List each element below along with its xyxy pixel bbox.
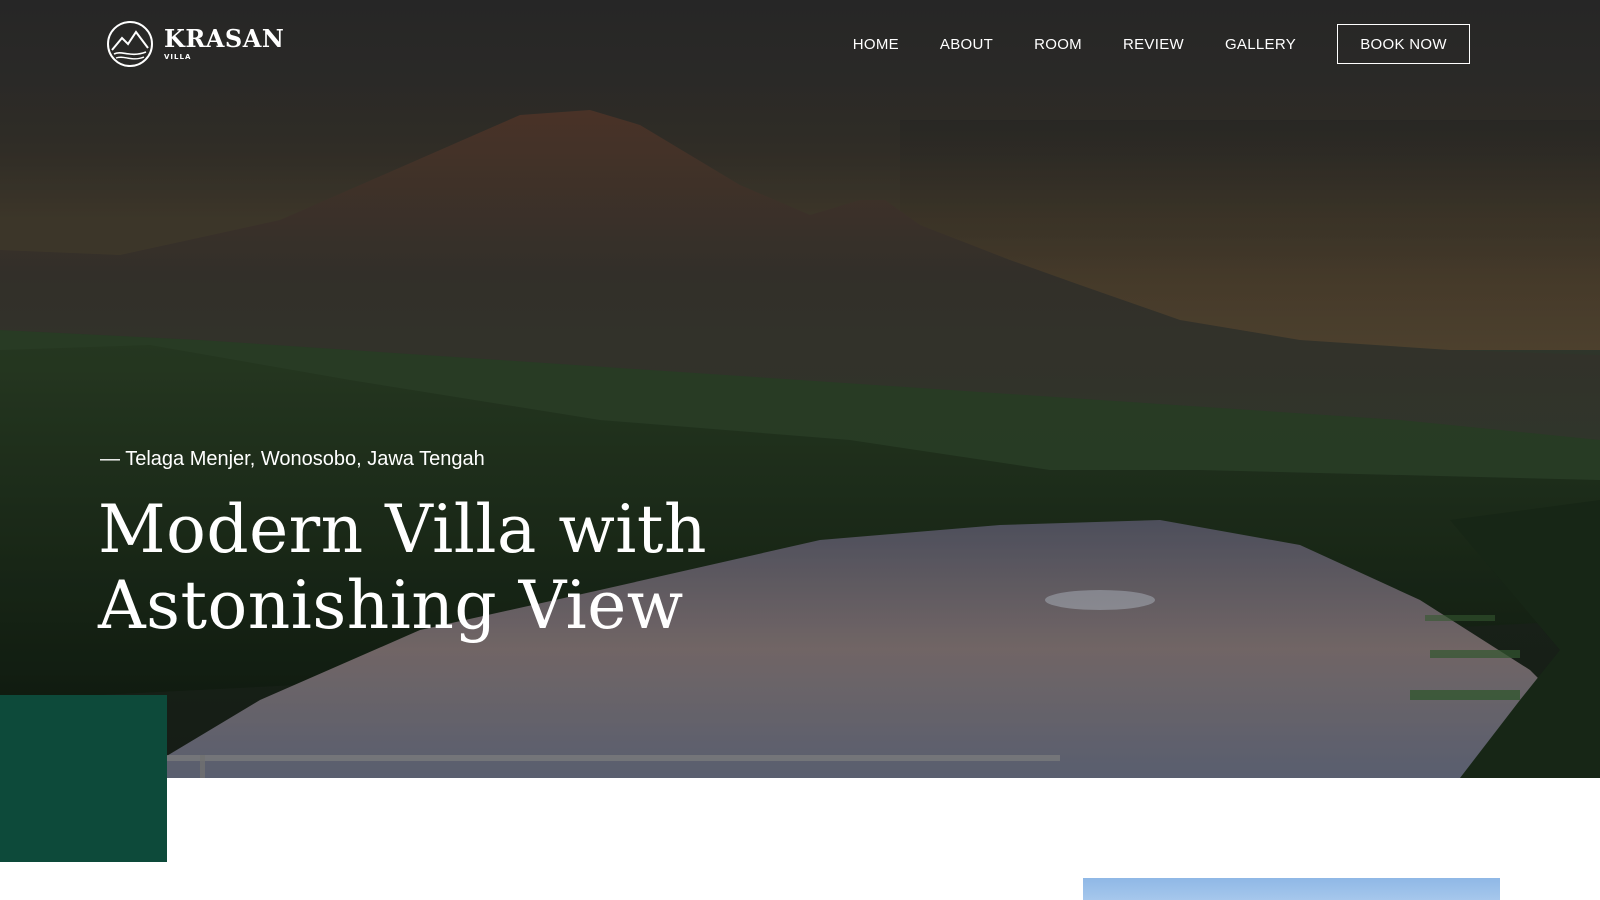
nav-about[interactable]: ABOUT (940, 36, 993, 53)
mountain-logo-icon (107, 21, 153, 67)
hero-headline-line-1: Modern Villa with (98, 491, 707, 568)
nav-review[interactable]: REVIEW (1123, 36, 1184, 53)
brand-name: KRASAN (164, 24, 285, 53)
hero-headline-line-2: Astonishing View (98, 567, 684, 644)
main-nav: HOME ABOUT ROOM REVIEW GALLERY BOOK NOW (853, 24, 1470, 64)
hero-location: — Telaga Menjer, Wonosobo, Jawa Tengah (100, 448, 485, 470)
hero-background-image (0, 0, 1600, 778)
hero-section: KRASAN VILLA HOME ABOUT ROOM REVIEW GALL… (0, 0, 1600, 778)
brand-logo[interactable]: KRASAN VILLA (106, 20, 284, 68)
decorative-green-block (0, 695, 167, 862)
book-now-button[interactable]: BOOK NOW (1337, 24, 1470, 64)
brand-subtitle: VILLA (164, 53, 192, 61)
about-image-preview (1083, 878, 1500, 900)
nav-room[interactable]: ROOM (1034, 36, 1082, 53)
hero-headline: Modern Villa with Astonishing View (98, 492, 707, 644)
nav-gallery[interactable]: GALLERY (1225, 36, 1296, 53)
nav-home[interactable]: HOME (853, 36, 899, 53)
